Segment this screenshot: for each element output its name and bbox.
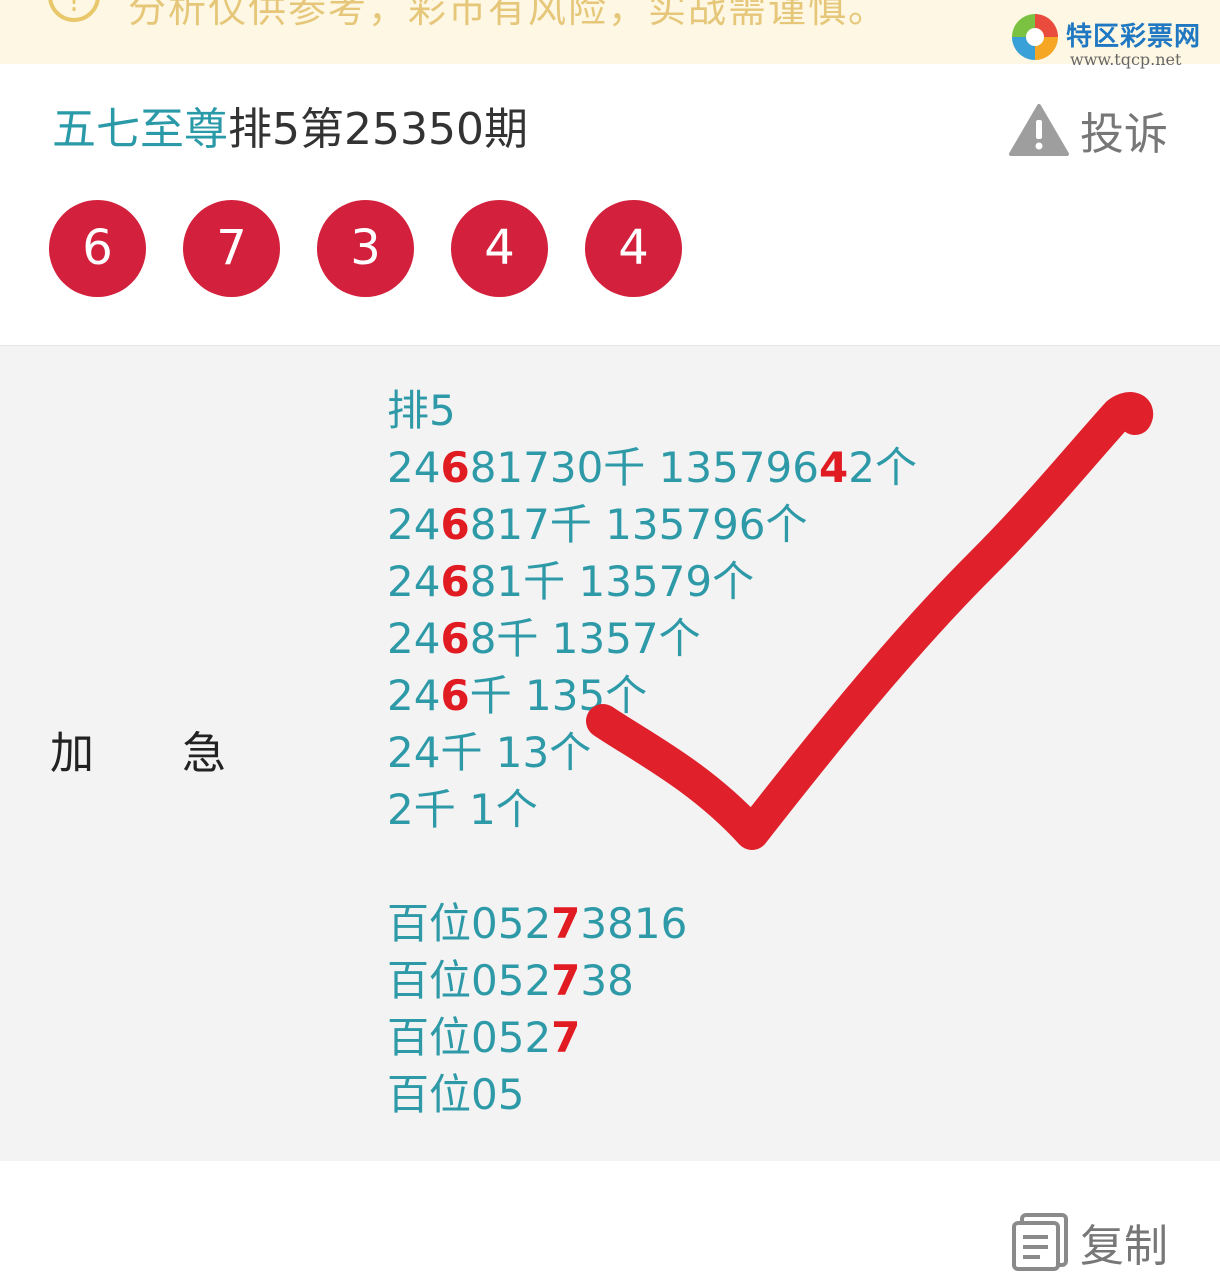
highlighted-digit: 6: [440, 671, 470, 720]
result-ball: 7: [183, 200, 280, 297]
draw-result-balls: 6 7 3 4 4: [49, 200, 682, 297]
highlighted-digit: 6: [440, 614, 470, 663]
result-ball: 3: [317, 200, 414, 297]
forecast-segment: 24千 13个: [387, 728, 592, 777]
site-logo-icon: [1012, 14, 1058, 60]
result-ball: 4: [451, 200, 548, 297]
forecast-segment: 百位052: [387, 899, 552, 948]
forecast-line: 246817千 135796个: [387, 496, 917, 553]
highlighted-digit: 6: [440, 500, 470, 549]
forecast-segment: 81千 13579个: [469, 557, 755, 606]
forecast-line: 百位05273816: [387, 895, 917, 952]
highlighted-digit: 6: [440, 557, 470, 606]
site-watermark: 特区彩票网 www.tqcp.net: [1012, 12, 1212, 70]
forecast-segment: 24: [387, 557, 441, 606]
forecast-line: 24681千 13579个: [387, 553, 917, 610]
forecast-segment: 24: [387, 671, 441, 720]
risk-notice-text: 分析仅供参考，彩市有风险，实战需谨慎。: [128, 0, 889, 31]
copy-label: 复制: [1080, 1221, 1168, 1272]
forecast-segment: 排5: [387, 386, 456, 435]
forecast-segment: 24: [387, 443, 441, 492]
highlighted-digit: 7: [551, 899, 581, 948]
highlighted-digit: 6: [440, 443, 470, 492]
forecast-segment: 百位05: [387, 1070, 525, 1119]
forecast-line: 246千 135个: [387, 667, 917, 724]
forecast-segment: 8千 1357个: [469, 614, 701, 663]
highlighted-digit: 7: [551, 956, 581, 1005]
issue-title: 排5第25350期: [228, 104, 528, 155]
complain-button[interactable]: 投诉: [1008, 100, 1168, 160]
info-circle-icon: !: [48, 0, 100, 22]
post-title: 五七至尊排5第25350期: [52, 100, 528, 160]
forecast-text: 排5 24681730千 13579642个 246817千 135796个 2468…: [387, 382, 917, 1123]
complain-label: 投诉: [1080, 109, 1168, 160]
forecast-line: 排5: [387, 382, 917, 439]
forecast-segment: 百位052: [387, 1013, 552, 1062]
forecast-segment: 81730千 135796: [469, 443, 819, 492]
result-ball: 6: [49, 200, 146, 297]
author-name[interactable]: 五七至尊: [52, 104, 228, 155]
forecast-segment: 24: [387, 614, 441, 663]
warning-triangle-icon: [1009, 104, 1069, 156]
forecast-spacer: [387, 838, 917, 895]
forecast-segment: 百位052: [387, 956, 552, 1005]
result-ball: 4: [585, 200, 682, 297]
forecast-line: 2千 1个: [387, 781, 917, 838]
forecast-line: 百位05: [387, 1066, 917, 1123]
forecast-line: 百位0527: [387, 1009, 917, 1066]
document-copy-icon: [1012, 1213, 1068, 1271]
forecast-segment: 38: [580, 956, 634, 1005]
watermark-title: 特区彩票网: [1066, 22, 1202, 52]
copy-button[interactable]: 复制: [1010, 1210, 1168, 1274]
forecast-table: 加 急 排5 24681730千 13579642个 246817千 135796个…: [0, 345, 1220, 1161]
forecast-segment: 24: [387, 500, 441, 549]
highlighted-digit: 4: [818, 443, 849, 492]
forecast-line: 百位052738: [387, 952, 917, 1009]
forecast-segment: 2个: [848, 443, 917, 492]
forecast-segment: 2千 1个: [387, 785, 538, 834]
forecast-segment: 817千 135796个: [469, 500, 808, 549]
forecast-line: 24千 13个: [387, 724, 917, 781]
forecast-segment: 3816: [580, 899, 688, 948]
watermark-url: www.tqcp.net: [1070, 50, 1182, 69]
category-label: 加 急: [50, 728, 226, 779]
forecast-segment: 千 135个: [469, 671, 648, 720]
highlighted-digit: 7: [551, 1013, 581, 1062]
forecast-line: 24681730千 13579642个: [387, 439, 917, 496]
forecast-line: 2468千 1357个: [387, 610, 917, 667]
